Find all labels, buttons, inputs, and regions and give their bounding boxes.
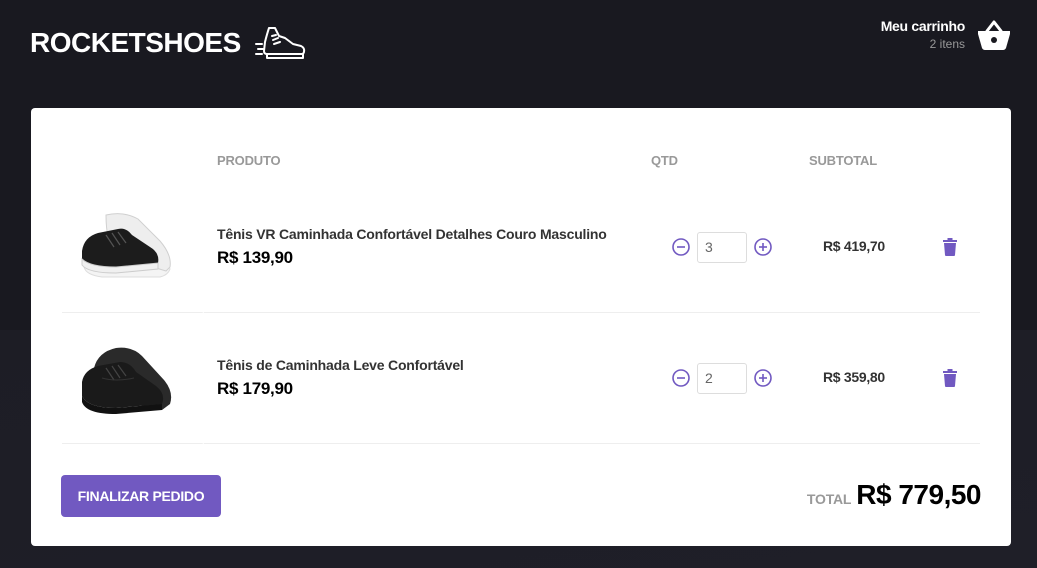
increment-icon[interactable] (753, 237, 773, 257)
cart-title: Meu carrinho (880, 18, 966, 34)
product-image (82, 347, 172, 414)
cart-table: PRODUTO QTD SUBTOTAL Tênis VR Caminhada … (62, 138, 980, 444)
increment-icon[interactable] (753, 368, 773, 388)
product-price: R$ 179,90 (217, 379, 293, 398)
trash-icon[interactable] (943, 238, 957, 256)
product-title: Tênis VR Caminhada Confortável Detalhes … (217, 226, 607, 242)
qty-cell: 3 (651, 182, 809, 313)
qty-cell: 2 (651, 313, 809, 444)
product-image-cell (62, 182, 204, 313)
delete-cell (914, 313, 980, 444)
product-info-cell: Tênis de Caminhada Leve Confortável R$ 1… (204, 313, 651, 444)
header-image (62, 138, 204, 182)
total-value: R$ 779,50 (856, 479, 981, 510)
header-product: PRODUTO (217, 152, 281, 168)
table-row: Tênis de Caminhada Leve Confortável R$ 1… (62, 313, 980, 444)
sneaker-icon (254, 27, 305, 59)
header-qty: QTD (651, 152, 678, 168)
total-label: TOTAL (806, 491, 852, 507)
header-delete (914, 138, 980, 182)
quantity-input[interactable]: 3 (697, 231, 747, 263)
checkout-button[interactable]: FINALIZAR PEDIDO (61, 475, 221, 517)
logo-link[interactable]: ROCKETSHOES (30, 24, 307, 62)
cart-count: 2 itens (929, 37, 965, 51)
delete-cell (914, 182, 980, 313)
product-title: Tênis de Caminhada Leve Confortável (217, 357, 464, 373)
basket-icon (978, 20, 1010, 50)
table-header-row: PRODUTO QTD SUBTOTAL (62, 138, 980, 182)
product-subtotal: R$ 359,80 (823, 369, 885, 385)
logo-text: ROCKETSHOES (30, 27, 241, 58)
header-subtotal: SUBTOTAL (809, 152, 877, 168)
quantity-stepper: 2 (651, 362, 809, 394)
product-image-cell (62, 313, 204, 444)
product-info-cell: Tênis VR Caminhada Confortável Detalhes … (204, 182, 651, 313)
cart-container: PRODUTO QTD SUBTOTAL Tênis VR Caminhada … (31, 108, 1011, 546)
table-row: Tênis VR Caminhada Confortável Detalhes … (62, 182, 980, 313)
cart-footer: FINALIZAR PEDIDO TOTAL R$ 779,50 (61, 475, 981, 517)
product-price: R$ 139,90 (217, 248, 293, 267)
subtotal-cell: R$ 419,70 (809, 182, 914, 313)
product-subtotal: R$ 419,70 (823, 238, 885, 254)
total: TOTAL R$ 779,50 (806, 479, 982, 511)
decrement-icon[interactable] (671, 237, 691, 257)
header: ROCKETSHOES Meu carrinho 2 itens (0, 0, 1037, 90)
quantity-stepper: 3 (651, 231, 809, 263)
cart-info: Meu carrinho 2 itens (880, 18, 966, 51)
decrement-icon[interactable] (671, 368, 691, 388)
subtotal-cell: R$ 359,80 (809, 313, 914, 444)
quantity-input[interactable]: 2 (697, 362, 747, 394)
cart-link[interactable]: Meu carrinho 2 itens (881, 18, 1011, 51)
trash-icon[interactable] (943, 369, 957, 387)
product-image (81, 213, 171, 278)
